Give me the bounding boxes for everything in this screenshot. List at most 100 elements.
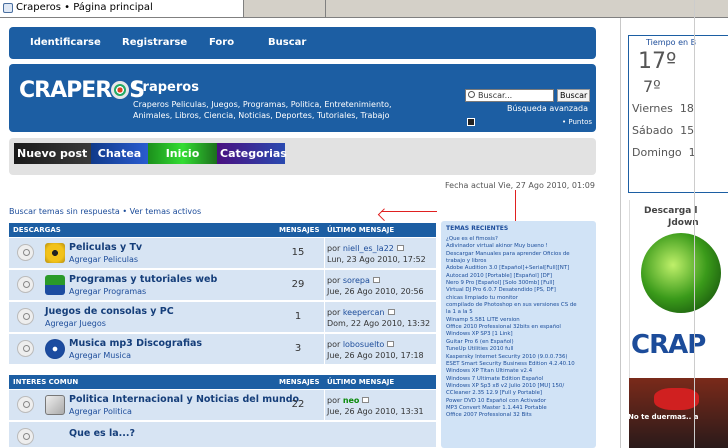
banner-categories[interactable]: Categorias [217, 143, 287, 164]
weather-day-name: Domingo [632, 146, 682, 159]
recent-topic-link[interactable]: Windows XP SP3 [1 Link] [446, 331, 596, 338]
site-logo[interactable]: CRAPER S [19, 78, 145, 103]
feed-icon[interactable] [467, 118, 475, 126]
last-post-user: por keepercan [327, 308, 395, 317]
tab-title: Craperos • Página principal [16, 2, 153, 13]
forum-name[interactable]: Peliculas y Tv [69, 242, 142, 253]
forum-post-count: 3 [294, 343, 302, 354]
banner-chat[interactable]: Chatea [91, 143, 148, 164]
jdownloader-globe-icon[interactable] [641, 233, 721, 313]
view-post-icon[interactable] [372, 277, 380, 283]
side-ad[interactable]: No te duermas.. a [628, 378, 728, 448]
forum-row[interactable]: Que es la...? [9, 422, 436, 448]
weather-day: Viernes 18 [632, 102, 694, 115]
section-title: INTERES COMUN [13, 378, 79, 386]
section-header-descargas: DESCARGAS MENSAJES ÚLTIMO MENSAJE [9, 223, 436, 237]
weather-widget[interactable]: Tiempo en B 17º 7º Viernes 18 Sábado 15 … [628, 35, 728, 193]
annotation-arrow-left [381, 211, 437, 212]
last-post-user: por neo [327, 396, 370, 405]
nav-login-link[interactable]: Identificarse [30, 37, 101, 48]
recent-topic-link[interactable]: Adobe Audition 3.0 [Español]+Serial[Full… [446, 265, 596, 272]
forum-add-link[interactable]: Agregar Musica [69, 351, 131, 360]
quick-links: Buscar temas sin respuesta • Ver temas a… [9, 207, 201, 216]
col-posts-header: MENSAJES [279, 226, 320, 234]
search-icon [468, 91, 475, 98]
recent-topic-link[interactable]: chicas limpiado tu monitor [446, 295, 596, 302]
recent-topics-list: ¿Que es el fimosis? Adivinador virtual ak… [441, 232, 596, 420]
browser-tab[interactable]: Craperos • Página principal [0, 0, 244, 17]
view-post-icon[interactable] [396, 245, 404, 251]
forum-row[interactable]: Juegos de consolas y PC Agregar Juegos 1… [9, 302, 436, 333]
recent-topic-link[interactable]: Guitar Pro 6 (en Español) [446, 339, 596, 346]
forum-add-link[interactable]: Agregar Politica [69, 407, 132, 416]
active-topics-link[interactable]: Ver temas activos [130, 207, 202, 216]
forum-status-icon [17, 276, 34, 293]
view-post-icon[interactable] [387, 309, 395, 315]
recent-topic-link[interactable]: trabajo y libros [446, 258, 596, 265]
unanswered-topics-link[interactable]: Buscar temas sin respuesta [9, 207, 120, 216]
recent-topic-link[interactable]: Descargar Manuales para aprender Oficios… [446, 251, 596, 258]
recent-topic-link[interactable]: Windows XP Titan Ultimate v2.4 [446, 368, 596, 375]
recent-topic-link[interactable]: MP3 Convert Master 1.1.441 Portable [446, 405, 596, 412]
forum-name[interactable]: Politica Internacional y Noticias del mu… [69, 394, 299, 405]
banner-new-post[interactable]: Nuevo post [14, 143, 91, 164]
last-post-date: Jue, 26 Ago 2010, 20:56 [327, 287, 424, 296]
advanced-search-link[interactable]: Búsqueda avanzada [507, 104, 588, 113]
recent-topic-link[interactable]: Power DVD 10 Español con Activador [446, 398, 596, 405]
weather-high: 17º [638, 49, 677, 74]
forum-row[interactable]: Musica mp3 Discografias Agregar Musica 3… [9, 334, 436, 365]
puntos-link[interactable]: • Puntos [562, 118, 592, 126]
recent-topic-link[interactable]: la 1 a la 5 [446, 309, 596, 316]
recent-topic-link[interactable]: Winamp 5.581 LITE version [446, 317, 596, 324]
weather-day: Domingo 1 [632, 146, 696, 159]
last-post-username[interactable]: lobosuelto [343, 340, 385, 349]
recent-topic-link[interactable]: ¿Que es el fimosis? [446, 236, 596, 243]
forum-row[interactable]: Peliculas y Tv Agregar Peliculas 15 por … [9, 238, 436, 269]
forum-add-link[interactable]: Agregar Juegos [45, 319, 106, 328]
recent-topic-link[interactable]: Adivinador virtual akinor Muy bueno ! [446, 243, 596, 250]
section-title: DESCARGAS [13, 226, 61, 234]
ad-text: No te duermas.. a [628, 413, 699, 421]
search-input[interactable]: Buscar... [465, 89, 554, 102]
current-datetime: Fecha actual Vie, 27 Ago 2010, 01:09 [445, 181, 595, 190]
weather-day-temp: 15 [680, 124, 695, 137]
nav-forum-link[interactable]: Foro [209, 37, 234, 48]
recent-topic-link[interactable]: Nero 9 Pro [Español] [Solo 300mb] [Full] [446, 280, 596, 287]
recent-topic-link[interactable]: Kaspersky Internet Security 2010 (9.0.0.… [446, 354, 596, 361]
recent-topic-link[interactable]: Autocad 2010 [Portable] [Español] [DF] [446, 273, 596, 280]
recent-topic-link[interactable]: TuneUp Utilities 2010 full [446, 346, 596, 353]
right-sidebar: Tiempo en B 17º 7º Viernes 18 Sábado 15 … [620, 18, 728, 448]
forum-name[interactable]: Musica mp3 Discografias [69, 338, 202, 349]
forum-name[interactable]: Que es la...? [69, 428, 135, 439]
row-divider [324, 238, 325, 269]
forum-add-link[interactable]: Agregar Peliculas [69, 255, 138, 264]
search-button[interactable]: Buscar [557, 89, 591, 102]
recent-topic-link[interactable]: CCleaner 2.35 12.9 [Full y Portable] [446, 390, 596, 397]
banner-home[interactable]: Inicio [148, 143, 217, 164]
weather-day: Sábado 15 [632, 124, 694, 137]
last-post-username[interactable]: keepercan [343, 308, 385, 317]
forum-row[interactable]: Programas y tutoriales web Agregar Progr… [9, 270, 436, 301]
recent-topic-link[interactable]: Office 2007 Professional 32 Bits [446, 412, 596, 419]
last-post-username[interactable]: niell_es_la22 [343, 244, 394, 253]
weather-day-name: Sábado [632, 124, 674, 137]
forum-add-link[interactable]: Agregar Programas [69, 287, 146, 296]
recent-topic-link[interactable]: ESET Smart Security Business Edition 4.2… [446, 361, 596, 368]
ad-graphic [654, 388, 699, 410]
last-post-date: Lun, 23 Ago 2010, 17:52 [327, 255, 426, 264]
forum-name[interactable]: Programas y tutoriales web [69, 274, 217, 285]
newspaper-icon [45, 395, 65, 415]
recent-topic-link[interactable]: Office 2010 Professional 32bits en españ… [446, 324, 596, 331]
last-post-username[interactable]: neo [343, 396, 360, 405]
forum-name[interactable]: Juegos de consolas y PC [45, 306, 174, 317]
nav-register-link[interactable]: Registrarse [122, 37, 187, 48]
recent-topic-link[interactable]: Windows XP Sp3 x8 v2 Julio 2010 [MU] 150… [446, 383, 596, 390]
last-post-username[interactable]: sorepa [343, 276, 370, 285]
view-post-icon[interactable] [362, 397, 370, 403]
recent-topic-link[interactable]: compilado de Photoshop en sus versiones … [446, 302, 596, 309]
nav-search-link[interactable]: Buscar [268, 37, 306, 48]
view-post-icon[interactable] [387, 341, 395, 347]
recent-topic-link[interactable]: Windows 7 Ultimate Edition Español [446, 376, 596, 383]
recent-topic-link[interactable]: Virtual DJ Pro 6.0.7 Desatendido [PS, DF… [446, 287, 596, 294]
forum-row[interactable]: Politica Internacional y Noticias del mu… [9, 390, 436, 421]
